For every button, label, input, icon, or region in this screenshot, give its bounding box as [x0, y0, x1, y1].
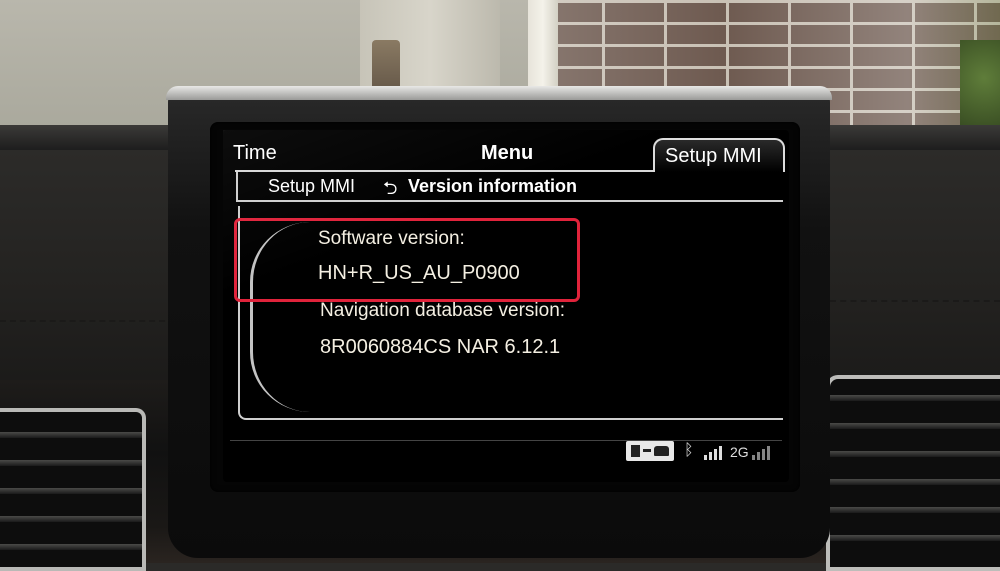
tab-time[interactable]: Time [233, 142, 277, 165]
tab-menu[interactable]: Menu [481, 142, 533, 165]
bluetooth-icon: ᛒ [684, 442, 694, 459]
navigation-database-label: Navigation database version: [320, 300, 566, 321]
mmi-unit-chrome-trim [166, 86, 832, 100]
navigation-database-value: 8R0060884CS NAR 6.12.1 [320, 336, 561, 358]
status-bar: ᛒ 2G [230, 440, 782, 465]
back-arrow-icon[interactable]: ⮌ [383, 176, 397, 206]
tab-setup-mmi-label: Setup MMI [665, 145, 762, 167]
top-bar: Time Menu Setup MMI [223, 132, 789, 172]
network-type-label: 2G [730, 444, 749, 460]
car-connection-icon [626, 441, 674, 461]
breadcrumb: Setup MMI ⮌ Version information [236, 172, 783, 202]
highlight-box [234, 218, 580, 302]
air-vent-left [0, 408, 146, 571]
signal-strength-icon [704, 444, 726, 460]
tab-setup-mmi[interactable]: Setup MMI [653, 138, 785, 172]
background-bush [960, 40, 1000, 135]
network-signal-icon [752, 444, 774, 460]
breadcrumb-parent[interactable]: Setup MMI [268, 176, 355, 197]
page-title: Version information [408, 176, 578, 196]
dashboard-stitching-right [830, 300, 1000, 314]
air-vent-right [826, 375, 1000, 571]
dashboard-stitching-left [0, 320, 175, 334]
